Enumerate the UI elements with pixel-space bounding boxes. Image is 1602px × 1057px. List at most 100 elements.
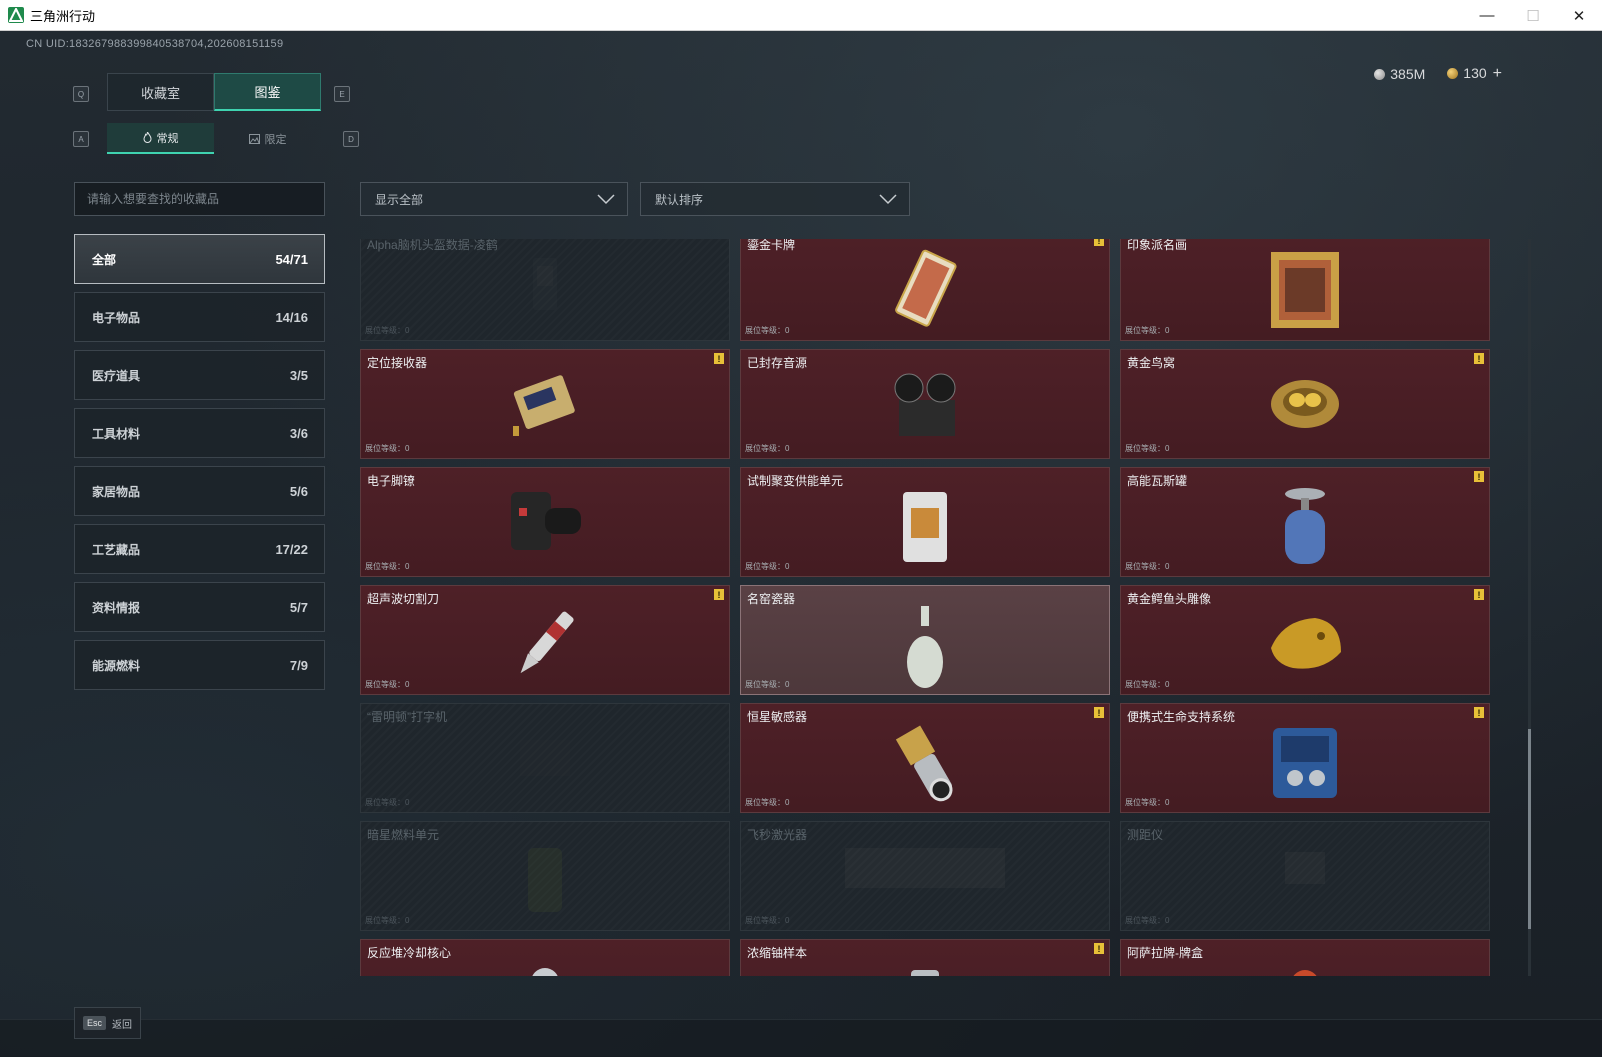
item-image bbox=[515, 248, 575, 325]
item-image bbox=[1265, 720, 1345, 809]
subtab-regular[interactable]: 常规 bbox=[107, 123, 214, 154]
item-name: Alpha脑机头盔数据-凌鹤 bbox=[367, 239, 498, 252]
scrollbar-thumb[interactable] bbox=[1528, 729, 1531, 929]
collection-grid-viewport[interactable]: Alpha脑机头盔数据-凌鹤 展位等级：0 鎏金卡牌 展位等级：0! 印象派名画 展位等级… bbox=[360, 239, 1522, 976]
back-label: 返回 bbox=[112, 1019, 133, 1031]
key-hint-e: E bbox=[334, 86, 350, 102]
collection-card[interactable]: 超声波切割刀展位等级：0! bbox=[360, 585, 730, 695]
subtab-limited[interactable]: 限定 bbox=[214, 123, 321, 154]
display-level: 展位等级：0 bbox=[1125, 444, 1170, 453]
item-image bbox=[520, 838, 570, 923]
category-medical[interactable]: 医疗道具 3/5 bbox=[74, 350, 325, 400]
filter-dropdown[interactable]: 显示全部 bbox=[360, 182, 628, 216]
collection-card[interactable]: 名窑瓷器 展位等级：0 bbox=[740, 585, 1110, 695]
category-list: 全部 54/71 电子物品 14/16 医疗道具 3/5 工具材料 3/6 家居物品 5/… bbox=[74, 234, 325, 698]
esc-key-hint: Esc bbox=[83, 1016, 107, 1030]
currency-bar: 385M 130 + bbox=[1374, 65, 1502, 83]
item-name: 飞秒激光器 bbox=[747, 828, 808, 842]
collection-card[interactable]: 黄金鸟窝 展位等级：0! bbox=[1120, 349, 1490, 459]
collection-card[interactable]: 阿萨拉牌-牌盒展位等级：0 bbox=[1120, 939, 1490, 976]
item-image bbox=[515, 956, 575, 976]
collection-card[interactable]: 浓缩铀样本展位等级：0! bbox=[740, 939, 1110, 976]
chevron-down-icon bbox=[597, 194, 615, 205]
collection-card[interactable]: 定位接收器 展位等级：0! bbox=[360, 349, 730, 459]
collection-card[interactable]: 电子脚镣 展位等级：0 bbox=[360, 467, 730, 577]
display-level: 展位等级：0 bbox=[1125, 326, 1170, 335]
key-hint-d: D bbox=[343, 131, 359, 147]
tab-codex[interactable]: 图鉴 bbox=[214, 73, 321, 111]
item-image bbox=[889, 248, 961, 337]
item-name: 黄金鳄鱼头雕像 bbox=[1127, 592, 1212, 606]
display-level: 展位等级：0 bbox=[365, 326, 410, 335]
item-image bbox=[903, 602, 947, 694]
collection-card[interactable]: Alpha脑机头盔数据-凌鹤展位等级：0 bbox=[360, 239, 730, 341]
grid-scrollbar[interactable] bbox=[1528, 239, 1531, 976]
footer-bar bbox=[0, 1019, 1602, 1057]
item-image bbox=[889, 720, 961, 809]
gold-currency: 130 + bbox=[1447, 65, 1502, 83]
item-image bbox=[835, 838, 1015, 903]
item-image bbox=[1277, 484, 1333, 573]
item-image bbox=[1267, 366, 1343, 439]
minimize-button[interactable]: — bbox=[1464, 0, 1510, 31]
item-name: 印象派名画 bbox=[1127, 239, 1188, 252]
collection-card[interactable]: 高能瓦斯罐 展位等级：0! bbox=[1120, 467, 1490, 577]
item-name: 便携式生命支持系统 bbox=[1127, 710, 1236, 724]
close-button[interactable]: ✕ bbox=[1556, 0, 1602, 31]
collection-card[interactable]: 便携式生命支持系统 展位等级：0! bbox=[1120, 703, 1490, 813]
uid-label: CN UID:1832679883998405387​04,2026081511… bbox=[26, 38, 284, 50]
app-logo-icon bbox=[8, 7, 24, 23]
new-item-badge-icon: ! bbox=[1474, 471, 1484, 482]
display-level: 展位等级：0 bbox=[745, 326, 790, 335]
new-item-badge-icon: ! bbox=[714, 589, 724, 600]
back-button[interactable]: Esc 返回 bbox=[74, 1007, 142, 1039]
item-image bbox=[510, 602, 580, 691]
sort-dropdown[interactable]: 默认排序 bbox=[640, 182, 910, 216]
display-level: 展位等级：0 bbox=[745, 916, 790, 925]
window-title: 三角洲行动 bbox=[30, 8, 96, 24]
collection-card[interactable]: 试制聚变供能单元 展位等级：0 bbox=[740, 467, 1110, 577]
category-electronics[interactable]: 电子物品 14/16 bbox=[74, 292, 325, 342]
sub-tabs: 常规 限定 bbox=[107, 123, 321, 154]
collection-card[interactable]: 黄金鳄鱼头雕像展位等级：0! bbox=[1120, 585, 1490, 695]
game-stage: CN UID:1832679883998405387​04,2026081511… bbox=[0, 31, 1602, 1057]
search-input[interactable] bbox=[74, 182, 325, 216]
item-name: 超声波切割刀 bbox=[367, 592, 440, 606]
category-household[interactable]: 家居物品 5/6 bbox=[74, 466, 325, 516]
item-image bbox=[505, 366, 585, 447]
add-currency-button[interactable]: + bbox=[1493, 65, 1502, 82]
category-crafts[interactable]: 工艺藏品 17/22 bbox=[74, 524, 325, 574]
collection-card[interactable]: 恒星敏感器 展位等级：0! bbox=[740, 703, 1110, 813]
item-image bbox=[1275, 838, 1335, 903]
maximize-button[interactable]: ☐ bbox=[1510, 0, 1556, 31]
display-level: 展位等级：0 bbox=[365, 916, 410, 925]
collection-card[interactable]: 反应堆冷却核心展位等级：0 bbox=[360, 939, 730, 976]
silver-currency: 385M bbox=[1374, 66, 1425, 82]
collection-card[interactable]: 飞秒激光器展位等级：0 bbox=[740, 821, 1110, 931]
display-level: 展位等级：0 bbox=[365, 680, 410, 689]
category-intel[interactable]: 资料情报 5/7 bbox=[74, 582, 325, 632]
new-item-badge-icon: ! bbox=[714, 353, 724, 364]
category-all[interactable]: 全部 54/71 bbox=[74, 234, 325, 284]
category-energy[interactable]: 能源燃料 7/9 bbox=[74, 640, 325, 690]
collection-card[interactable]: “雷明顿”打字机 展位等级：0 bbox=[360, 703, 730, 813]
display-level: 展位等级：0 bbox=[365, 444, 410, 453]
category-tools[interactable]: 工具材料 3/6 bbox=[74, 408, 325, 458]
collection-card[interactable]: 测距仪 展位等级：0 bbox=[1120, 821, 1490, 931]
display-level: 展位等级：0 bbox=[1125, 680, 1170, 689]
display-level: 展位等级：0 bbox=[365, 798, 410, 807]
new-item-badge-icon: ! bbox=[1474, 589, 1484, 600]
display-level: 展位等级：0 bbox=[745, 562, 790, 571]
tab-collection-room[interactable]: 收藏室 bbox=[107, 73, 214, 111]
new-item-badge-icon: ! bbox=[1094, 239, 1104, 246]
collection-card[interactable]: 已封存音源 展位等级：0 bbox=[740, 349, 1110, 459]
new-item-badge-icon: ! bbox=[1474, 707, 1484, 718]
new-item-badge-icon: ! bbox=[1474, 353, 1484, 364]
item-name: 名窑瓷器 bbox=[747, 592, 796, 606]
collection-card[interactable]: 暗星燃料单元 展位等级：0 bbox=[360, 821, 730, 931]
item-name: 阿萨拉牌-牌盒 bbox=[1127, 946, 1203, 960]
item-image bbox=[510, 720, 580, 795]
flame-icon bbox=[142, 132, 152, 143]
collection-card[interactable]: 鎏金卡牌 展位等级：0! bbox=[740, 239, 1110, 341]
collection-card[interactable]: 印象派名画展位等级：0 bbox=[1120, 239, 1490, 341]
